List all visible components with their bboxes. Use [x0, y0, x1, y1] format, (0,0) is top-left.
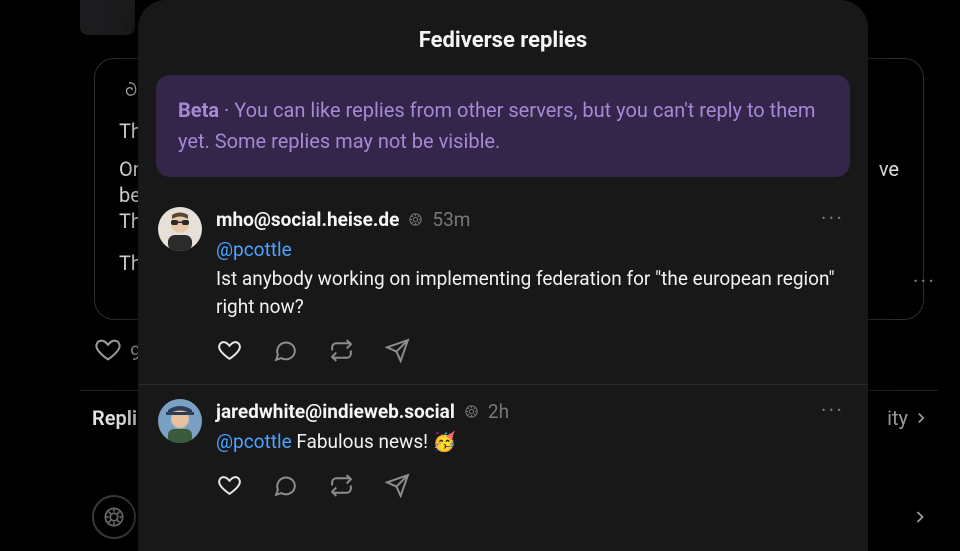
fediverse-icon [407, 211, 424, 228]
reply-body: jaredwhite@indieweb.social 2h ··· @pcott… [216, 399, 848, 499]
reply-username[interactable]: mho@social.heise.de [216, 208, 399, 231]
reply-button[interactable] [272, 338, 298, 364]
fediverse-replies-sheet: Fediverse replies Beta · You can like re… [138, 0, 868, 551]
mention-link[interactable]: @pcottle [216, 430, 292, 453]
like-button[interactable] [216, 338, 242, 364]
reply-menu-button[interactable]: ··· [817, 399, 848, 424]
share-icon [385, 473, 410, 498]
like-button[interactable] [216, 472, 242, 498]
background-tab-replies[interactable]: Repli [92, 406, 137, 430]
background-self-avatar[interactable] [92, 495, 136, 539]
heart-icon [94, 336, 122, 369]
chevron-right-icon [912, 409, 930, 427]
repost-button[interactable] [328, 472, 354, 498]
reply-header: jaredwhite@indieweb.social 2h ··· [216, 399, 848, 424]
heart-icon [217, 473, 242, 498]
comment-icon [273, 473, 298, 498]
background-post-menu[interactable]: ··· [913, 270, 936, 295]
avatar[interactable] [158, 399, 202, 443]
reply-text: @pcottle Ist anybody working on implemen… [216, 236, 848, 322]
reply-button[interactable] [272, 472, 298, 498]
share-button[interactable] [384, 338, 410, 364]
bg-text-fragment: ve [879, 157, 899, 181]
reply-timestamp: 2h [488, 400, 509, 423]
chevron-right-icon[interactable] [910, 507, 930, 527]
avatar[interactable] [158, 207, 202, 251]
beta-separator: · [219, 98, 234, 122]
repost-button[interactable] [328, 338, 354, 364]
beta-banner: Beta · You can like replies from other s… [156, 75, 850, 177]
reply-username[interactable]: jaredwhite@indieweb.social [216, 400, 455, 423]
beta-text: You can like replies from other servers,… [178, 98, 815, 153]
share-icon [385, 338, 410, 363]
repost-icon [329, 338, 354, 363]
reply-content: Ist anybody working on implementing fede… [216, 265, 848, 322]
reply-header: mho@social.heise.de 53m ··· [216, 207, 848, 232]
reply-menu-button[interactable]: ··· [817, 207, 848, 232]
mention-link[interactable]: @pcottle [216, 238, 292, 261]
threads-icon [119, 81, 139, 101]
reply-timestamp: 53m [432, 208, 470, 231]
fediverse-icon [101, 504, 127, 530]
repost-icon [329, 473, 354, 498]
reply-text: @pcottle Fabulous news! 🥳 [216, 428, 848, 457]
background-card-fragment [80, 0, 135, 35]
share-button[interactable] [384, 472, 410, 498]
avatar-image [158, 207, 202, 251]
sheet-title: Fediverse replies [138, 0, 868, 75]
background-tab-activity[interactable]: ity [887, 406, 930, 430]
heart-icon [217, 338, 242, 363]
reply-body: mho@social.heise.de 53m ··· @pcottle Ist… [216, 207, 848, 364]
reply-actions [216, 472, 848, 498]
beta-badge: Beta [178, 98, 219, 122]
reply-content: Fabulous news! 🥳 [296, 430, 456, 453]
background-tab-activity-label: ity [887, 406, 908, 430]
fediverse-reply: mho@social.heise.de 53m ··· @pcottle Ist… [138, 193, 868, 385]
comment-icon [273, 338, 298, 363]
fediverse-reply: jaredwhite@indieweb.social 2h ··· @pcott… [138, 385, 868, 519]
reply-actions [216, 338, 848, 364]
avatar-image [158, 399, 202, 443]
fediverse-icon [463, 403, 480, 420]
